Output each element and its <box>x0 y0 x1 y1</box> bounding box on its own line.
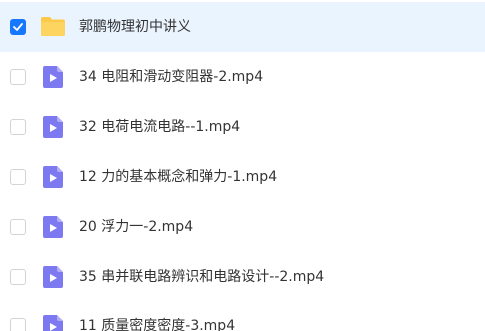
file-row[interactable]: 35 串并联电路辨识和电路设计--2.mp4 <box>0 252 485 302</box>
checkbox[interactable] <box>10 69 26 85</box>
file-name[interactable]: 34 电阻和滑动变阻器-2.mp4 <box>79 67 263 87</box>
video-file-icon <box>43 315 63 331</box>
file-row[interactable]: 12 力的基本概念和弹力-1.mp4 <box>0 152 485 202</box>
file-name[interactable]: 32 电荷电流电路--1.mp4 <box>79 117 240 137</box>
file-row[interactable]: 11 质量密度密度-3.mp4 <box>0 301 485 331</box>
video-file-icon <box>43 166 63 192</box>
checkbox[interactable] <box>10 169 26 185</box>
checkbox-checked[interactable] <box>10 19 26 35</box>
video-file-icon <box>43 266 63 292</box>
checkbox[interactable] <box>10 269 26 285</box>
checkmark-icon <box>13 23 23 31</box>
file-row-folder[interactable]: 郭鹏物理初中讲义 <box>0 2 485 52</box>
file-name[interactable]: 11 质量密度密度-3.mp4 <box>79 316 235 331</box>
file-name[interactable]: 20 浮力一-2.mp4 <box>79 217 193 237</box>
file-row[interactable]: 32 电荷电流电路--1.mp4 <box>0 102 485 152</box>
file-row[interactable]: 20 浮力一-2.mp4 <box>0 202 485 252</box>
checkbox[interactable] <box>10 318 26 331</box>
file-row[interactable]: 34 电阻和滑动变阻器-2.mp4 <box>0 52 485 102</box>
file-name[interactable]: 郭鹏物理初中讲义 <box>79 17 191 37</box>
checkbox[interactable] <box>10 219 26 235</box>
file-name[interactable]: 35 串并联电路辨识和电路设计--2.mp4 <box>79 267 324 287</box>
file-list: 郭鹏物理初中讲义 34 电阻和滑动变阻器-2.mp4 32 电荷电流电路--1.… <box>0 0 485 331</box>
video-file-icon <box>43 66 63 92</box>
folder-icon <box>41 16 65 40</box>
video-file-icon <box>43 116 63 142</box>
file-name[interactable]: 12 力的基本概念和弹力-1.mp4 <box>79 167 277 187</box>
checkbox[interactable] <box>10 119 26 135</box>
video-file-icon <box>43 216 63 242</box>
